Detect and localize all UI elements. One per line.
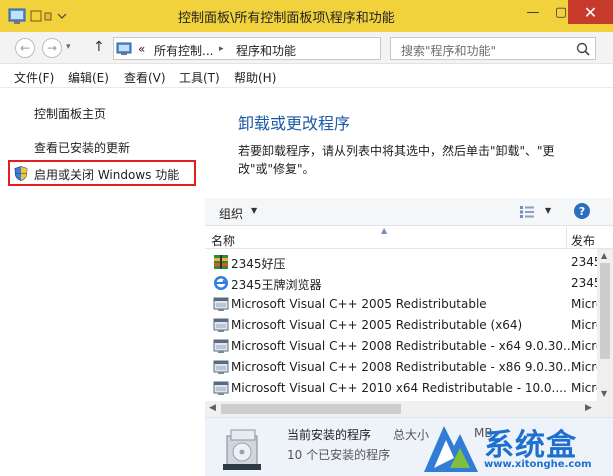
scrollbar-corner — [597, 401, 613, 417]
windows-features-link[interactable]: 启用或关闭 Windows 功能 — [8, 160, 196, 186]
control-panel-icon — [116, 42, 132, 55]
horizontal-scroll-thumb[interactable] — [221, 404, 401, 414]
program-publisher: Microsoft — [571, 381, 597, 395]
view-caret-icon[interactable]: ▼ — [545, 206, 551, 215]
zip-archive-icon — [214, 255, 228, 269]
table-row[interactable]: Microsoft Visual C++ 2010 x64 Redistribu… — [205, 378, 597, 399]
page-description: 若要卸载程序，请从列表中将其选中，然后单击"卸载"、"更改"或"修复"。 — [238, 144, 555, 176]
vertical-scroll-thumb[interactable] — [600, 263, 610, 359]
table-row[interactable]: Microsoft Visual C++ 2005 Redistributabl… — [205, 294, 597, 315]
program-name: Microsoft Visual C++ 2005 Redistributabl… — [231, 318, 523, 332]
table-row[interactable]: Microsoft Visual C++ 2008 Redistributabl… — [205, 357, 597, 378]
view-options-icon[interactable] — [519, 205, 535, 219]
table-row[interactable]: Microsoft Visual C++ 2005 Redistributabl… — [205, 315, 597, 336]
watermark: 系统盒 www.xitonghe.com — [420, 418, 613, 476]
breadcrumb-separator[interactable]: ▸ — [219, 44, 224, 54]
view-installed-updates-link[interactable]: 查看已安装的更新 — [34, 139, 130, 156]
search-placeholder: 搜索"程序和功能" — [401, 44, 497, 58]
address-toolbar: ← → ▾ ↑ « 所有控制... ▸ 程序和功能 ▾ ↻ 搜索"程序和功能" — [0, 32, 613, 64]
program-list: 2345好压 2345 2345王牌浏览器 2345 Microsoft Vis… — [205, 252, 597, 400]
program-publisher: 2345 — [571, 276, 597, 290]
program-name: Microsoft Visual C++ 2005 Redistributabl… — [231, 297, 487, 311]
table-row[interactable]: 2345王牌浏览器 2345 — [205, 273, 597, 294]
minimize-button[interactable]: — — [520, 0, 546, 24]
installer-icon — [213, 360, 229, 374]
program-name: 2345王牌浏览器 — [231, 278, 322, 292]
control-panel-icon[interactable] — [8, 7, 26, 25]
site-brand: 系统盒 — [484, 428, 577, 463]
horizontal-scrollbar[interactable]: ◀ ▶ — [205, 401, 597, 417]
up-button[interactable]: ↑ — [93, 39, 105, 55]
recent-locations-dropdown[interactable]: ▾ — [66, 42, 71, 52]
installed-count: 10 个已安装的程序 — [287, 448, 391, 462]
search-input[interactable]: 搜索"程序和功能" — [390, 37, 596, 60]
program-name: Microsoft Visual C++ 2008 Redistributabl… — [231, 339, 575, 353]
table-row[interactable]: 2345好压 2345 — [205, 252, 597, 273]
installer-icon — [213, 318, 229, 332]
program-publisher: Microsoft — [571, 360, 597, 374]
menu-file[interactable]: 文件(F) — [14, 69, 54, 86]
breadcrumb-programs[interactable]: 程序和功能 — [236, 42, 296, 59]
program-name: 2345好压 — [231, 257, 286, 271]
organize-button[interactable]: 组织 — [219, 205, 243, 222]
program-name: Microsoft Visual C++ 2008 Redistributabl… — [231, 360, 575, 374]
program-name: Microsoft Visual C++ 2010 x64 Redistribu… — [231, 381, 567, 395]
quick-access-toolbar-icon[interactable] — [30, 9, 68, 23]
breadcrumb-overflow[interactable]: « — [138, 42, 145, 56]
breadcrumb-all-items[interactable]: 所有控制... — [154, 42, 213, 59]
help-icon[interactable]: ? — [574, 203, 590, 219]
table-row[interactable]: Microsoft Visual C++ 2008 Redistributabl… — [205, 336, 597, 357]
menu-bar: 文件(F) 编辑(E) 查看(V) 工具(T) 帮助(H) — [0, 64, 613, 88]
site-logo-icon — [424, 426, 478, 472]
column-name-header[interactable]: 名称 — [211, 232, 235, 249]
browser-icon — [214, 276, 228, 290]
page-title: 卸载或更改程序 — [238, 114, 351, 133]
menu-tools[interactable]: 工具(T) — [179, 69, 220, 86]
program-publisher: Microsoft — [571, 318, 597, 332]
search-icon[interactable] — [575, 41, 591, 57]
organize-caret-icon[interactable]: ▼ — [251, 206, 257, 215]
menu-view[interactable]: 查看(V) — [124, 69, 166, 86]
column-divider[interactable] — [566, 227, 567, 249]
program-publisher: 2345 — [571, 255, 597, 269]
site-url: www.xitonghe.com — [484, 459, 592, 470]
column-publisher-header[interactable]: 发布 — [571, 232, 601, 249]
scroll-right-button[interactable]: ▶ — [585, 403, 592, 413]
program-publisher: Microsoft — [571, 339, 597, 353]
tasks-pane: 控制面板主页 查看已安装的更新 启用或关闭 Windows 功能 — [0, 89, 205, 476]
installed-programs-title: 当前安装的程序 — [287, 428, 372, 442]
installer-icon — [213, 381, 229, 395]
control-panel-home-link[interactable]: 控制面板主页 — [34, 105, 106, 122]
windows-features-label: 启用或关闭 Windows 功能 — [34, 168, 180, 182]
back-button[interactable]: ← — [15, 38, 35, 58]
address-field[interactable]: « 所有控制... ▸ 程序和功能 ▾ ↻ — [113, 37, 485, 60]
uac-shield-icon — [14, 166, 28, 181]
menu-edit[interactable]: 编辑(E) — [68, 69, 109, 86]
scroll-down-button[interactable]: ▼ — [601, 389, 607, 398]
menu-help[interactable]: 帮助(H) — [234, 69, 276, 86]
list-header: 名称 ▲ 发布 — [205, 226, 613, 249]
installer-icon — [213, 297, 229, 311]
scroll-left-button[interactable]: ◀ — [209, 403, 216, 413]
close-button[interactable]: ✕ — [568, 0, 613, 24]
vertical-scrollbar[interactable]: ▲ ▼ — [597, 249, 613, 401]
scroll-up-button[interactable]: ▲ — [601, 251, 607, 260]
program-publisher: Microsoft — [571, 297, 597, 311]
installed-programs-icon — [223, 429, 261, 470]
sort-ascending-icon: ▲ — [381, 226, 388, 235]
installer-icon — [213, 339, 229, 353]
window-title: 控制面板\所有控制面板项\程序和功能 — [178, 11, 395, 26]
command-bar: 组织 ▼ ▼ ? — [205, 198, 613, 226]
forward-button[interactable]: → — [42, 38, 62, 58]
title-bar: 控制面板\所有控制面板项\程序和功能 — ▢ ✕ — [0, 0, 613, 32]
